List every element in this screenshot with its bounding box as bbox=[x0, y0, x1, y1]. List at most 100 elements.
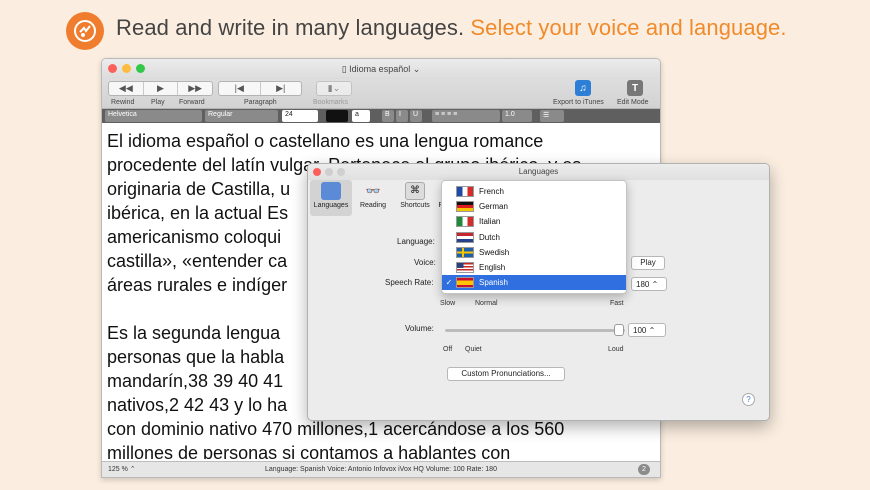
count-badge: 2 bbox=[638, 464, 650, 475]
export-label: Export to iTunes bbox=[553, 99, 604, 106]
spanish-flag-icon bbox=[456, 277, 474, 289]
globe-icon bbox=[321, 182, 341, 200]
french-flag-icon bbox=[456, 186, 474, 198]
checkmark-icon: ✓ bbox=[445, 278, 453, 288]
tab-shortcuts[interactable]: ⌘ Shortcuts bbox=[394, 180, 436, 216]
style-select[interactable]: Regular bbox=[205, 110, 278, 122]
paragraph-label: Paragraph bbox=[244, 99, 277, 106]
italic-button[interactable]: I bbox=[396, 110, 408, 122]
tab-reading-label: Reading bbox=[359, 202, 387, 209]
prefs-title: Languages bbox=[308, 164, 769, 180]
italian-flag-icon bbox=[456, 216, 474, 228]
prefs-minimize-button[interactable] bbox=[325, 168, 333, 176]
rate-fast-label: Fast bbox=[610, 300, 624, 307]
size-field[interactable]: 24 bbox=[282, 110, 318, 122]
german-flag-icon bbox=[456, 201, 474, 213]
speech-rate-label: Speech Rate: bbox=[385, 278, 434, 287]
format-bar: Helvetica Regular 24 a B I U ≡ ≡ ≡ ≡ 1.0… bbox=[102, 109, 660, 123]
tab-shortcuts-label: Shortcuts bbox=[400, 202, 430, 209]
language-option-dutch[interactable]: Dutch bbox=[442, 230, 626, 245]
volume-value: 100 bbox=[633, 326, 647, 335]
voice-label: Voice: bbox=[414, 258, 436, 267]
window-title-text: Idioma español bbox=[349, 64, 411, 74]
window-titlebar: ▯ Idioma español ⌄ bbox=[102, 59, 660, 79]
banner-headline: Read and write in many languages. Select… bbox=[116, 15, 787, 41]
line-spacing-select[interactable]: 1.0 bbox=[502, 110, 532, 122]
banner: Read and write in many languages. Select… bbox=[0, 0, 870, 58]
play-button[interactable]: ▶ bbox=[144, 82, 179, 95]
main-toolbar: ◀◀ ▶ ▶▶ Rewind Play Forward |◀ ▶| Paragr… bbox=[102, 79, 660, 109]
speech-rate-stepper[interactable]: 180 ⌃ bbox=[631, 277, 667, 291]
tab-languages[interactable]: Languages bbox=[310, 180, 352, 216]
option-label: Swedish bbox=[479, 247, 510, 257]
bold-button[interactable]: B bbox=[382, 110, 394, 122]
volume-quiet-label: Quiet bbox=[465, 346, 482, 353]
tab-languages-label: Languages bbox=[313, 202, 349, 209]
bookmarks-control[interactable]: ▮⌄ bbox=[316, 81, 352, 96]
play-voice-button[interactable]: Play bbox=[631, 256, 665, 270]
glasses-icon: 👓 bbox=[365, 184, 381, 198]
language-option-english[interactable]: English bbox=[442, 260, 626, 275]
option-label: Italian bbox=[479, 217, 501, 227]
banner-text-main: Read and write in many languages. bbox=[116, 15, 465, 40]
bookmark-icon: ▮⌄ bbox=[327, 83, 341, 93]
font-select[interactable]: Helvetica bbox=[105, 110, 202, 122]
itunes-icon[interactable]: ♫ bbox=[575, 80, 591, 96]
us-flag-icon bbox=[456, 262, 474, 274]
option-label: German bbox=[479, 202, 508, 212]
status-info: Language: Spanish Voice: Antonio Infovox… bbox=[265, 466, 497, 473]
edit-mode-label: Edit Mode bbox=[617, 99, 649, 106]
play-label: Play bbox=[151, 99, 165, 106]
forward-button[interactable]: ▶▶ bbox=[178, 82, 212, 95]
underline-button[interactable]: U bbox=[410, 110, 422, 122]
language-option-swedish[interactable]: Swedish bbox=[442, 245, 626, 260]
text-line: El idioma español o castellano es una le… bbox=[107, 131, 544, 151]
chevron-down-icon[interactable]: ⌄ bbox=[410, 64, 421, 74]
next-paragraph-button[interactable]: ▶| bbox=[261, 82, 302, 95]
prefs-close-button[interactable] bbox=[313, 168, 321, 176]
language-dropdown-menu: French German Italian Dutch Swedish Engl… bbox=[441, 180, 627, 294]
previous-paragraph-button[interactable]: |◀ bbox=[219, 82, 261, 95]
rate-slow-label: Slow bbox=[440, 300, 456, 307]
custom-pronunciations-button[interactable]: Custom Pronunciations... bbox=[447, 367, 565, 381]
command-icon: ⌘ bbox=[405, 182, 425, 200]
prefs-zoom-button[interactable] bbox=[337, 168, 345, 176]
prefs-tabs: Languages 👓 Reading ⌘ Shortcuts Re bbox=[310, 180, 450, 216]
list-style-select[interactable]: ☰ bbox=[540, 110, 564, 122]
option-label: English bbox=[479, 263, 506, 273]
volume-loud-label: Loud bbox=[608, 346, 624, 353]
option-label: Dutch bbox=[479, 232, 500, 242]
rewind-label: Rewind bbox=[111, 99, 135, 106]
volume-slider[interactable] bbox=[445, 329, 625, 332]
language-option-german[interactable]: German bbox=[442, 199, 626, 214]
dutch-flag-icon bbox=[456, 231, 474, 243]
option-label: French bbox=[479, 187, 504, 197]
volume-stepper[interactable]: 100 ⌃ bbox=[628, 323, 666, 337]
language-option-french[interactable]: French bbox=[442, 184, 626, 199]
paragraph-controls: |◀ ▶| bbox=[218, 81, 302, 96]
text-line: millones de personas si contamos a habla… bbox=[107, 443, 511, 459]
swedish-flag-icon bbox=[456, 246, 474, 258]
status-bar: 125 % ⌃ Language: Spanish Voice: Antonio… bbox=[102, 461, 660, 477]
help-button[interactable]: ? bbox=[742, 393, 755, 406]
text-color-well[interactable] bbox=[326, 110, 348, 122]
volume-label: Volume: bbox=[405, 324, 434, 333]
language-label: Language: bbox=[397, 237, 435, 246]
tab-reading[interactable]: 👓 Reading bbox=[352, 180, 394, 216]
window-title: ▯ Idioma español ⌄ bbox=[102, 64, 660, 75]
rewind-button[interactable]: ◀◀ bbox=[109, 82, 144, 95]
speech-rate-value: 180 bbox=[636, 280, 650, 289]
highlight-color-well[interactable]: a bbox=[352, 110, 370, 122]
language-option-italian[interactable]: Italian bbox=[442, 214, 626, 229]
volume-off-label: Off bbox=[443, 346, 453, 353]
alignment-buttons[interactable]: ≡ ≡ ≡ ≡ bbox=[432, 110, 500, 122]
app-logo-icon bbox=[66, 12, 104, 50]
volume-slider-knob[interactable] bbox=[614, 324, 624, 336]
playback-controls: ◀◀ ▶ ▶▶ bbox=[108, 81, 213, 96]
edit-mode-icon[interactable]: T bbox=[627, 80, 643, 96]
language-option-spanish[interactable]: ✓ Spanish bbox=[442, 275, 626, 291]
bookmarks-label: Bookmarks bbox=[313, 99, 349, 106]
rate-normal-label: Normal bbox=[475, 300, 498, 307]
banner-text-highlight: Select your voice and language. bbox=[470, 15, 787, 40]
option-label: Spanish bbox=[479, 278, 508, 288]
